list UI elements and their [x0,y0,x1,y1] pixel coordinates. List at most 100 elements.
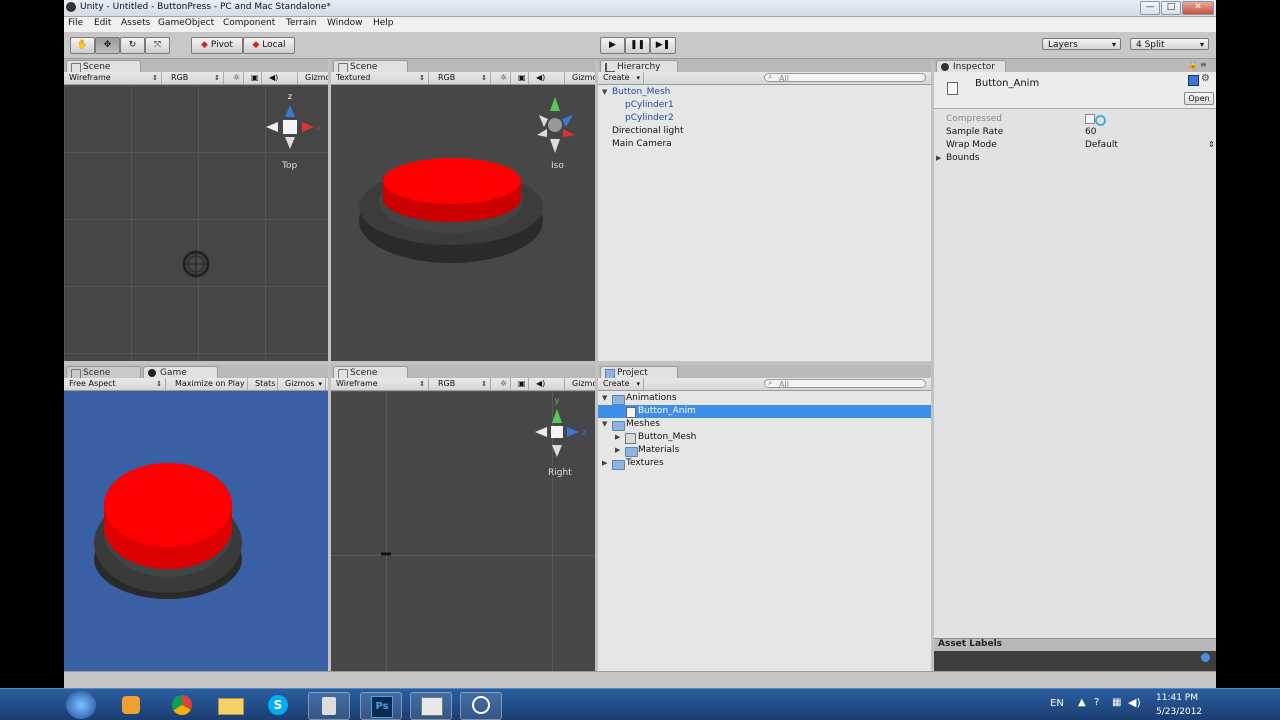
skype-icon[interactable]: S [258,692,298,718]
render-mode-dropdown[interactable]: Wireframe ⇕ [64,72,162,84]
labels-icon[interactable] [1201,653,1210,662]
tab-scene[interactable]: Scene [66,366,141,379]
help-icon[interactable] [1188,75,1199,86]
menu-gameobject[interactable]: GameObject [158,18,214,28]
menu-file[interactable]: File [68,18,83,28]
axis-gizmo-top[interactable]: z x [266,92,322,149]
tab-project[interactable]: Project [600,366,678,379]
move-tool-button[interactable]: ✥ [95,37,120,54]
minimize-button[interactable]: — [1140,1,1160,15]
hierarchy-search-input[interactable]: All [764,73,926,83]
gizmos-dropdown[interactable]: Gizmos ▾ [280,378,326,390]
menu-component[interactable]: Component [223,18,275,28]
open-button[interactable]: Open [1184,92,1214,105]
list-item[interactable]: ▶ Textures [598,457,931,470]
volume-icon[interactable]: ◀) [1128,696,1141,709]
rotate-tool-button[interactable]: ↻ [120,37,145,54]
tray-up-icon[interactable]: ▲ [1078,697,1086,708]
aspect-dropdown[interactable]: Free Aspect ⇕ [64,378,166,390]
hand-tool-button[interactable]: ✋ [70,37,95,54]
scale-tool-button[interactable]: ⤧ [145,37,170,54]
menu-edit[interactable]: Edit [94,18,111,28]
render-mode-dropdown[interactable]: Textured ⇕ [331,72,429,84]
bounds-label[interactable]: Bounds [946,153,980,163]
create-dropdown[interactable]: Create ▾ [598,378,644,390]
audio-toggle[interactable]: ◀) [531,378,565,390]
menu-assets[interactable]: Assets [121,18,150,28]
pause-button[interactable]: ❚❚ [625,37,650,54]
red-button-game[interactable] [94,463,242,599]
step-button[interactable]: ▶❚ [650,37,676,54]
maximize-on-play-toggle[interactable]: Maximize on Play [170,378,248,390]
list-item[interactable]: ▶ Materials [598,444,931,457]
compressed-checkbox[interactable] [1085,114,1095,124]
chrome-icon[interactable] [162,692,202,718]
image-toggle[interactable]: ▣ [513,72,529,84]
clock-time[interactable]: 11:41 PM [1156,693,1198,703]
clock-date[interactable]: 5/23/2012 [1156,707,1202,717]
render-mode-dropdown[interactable]: Wireframe ⇕ [331,378,429,390]
list-item[interactable]: ▶ Button_Mesh [598,431,931,444]
menu-help[interactable]: Help [373,18,394,28]
sample-rate-field[interactable]: 60 [1085,127,1096,137]
audio-toggle[interactable]: ◀) [264,72,298,84]
photoshop-icon[interactable]: Ps [360,692,402,720]
gizmos-dropdown[interactable]: Gizmo [567,378,595,390]
tab-scene[interactable]: Scene [333,60,408,73]
channel-dropdown[interactable]: RGB ⇕ [166,72,224,84]
tab-scene[interactable]: Scene [333,366,408,379]
list-item[interactable]: Main Camera [598,138,931,151]
window-app-icon[interactable] [410,692,452,720]
list-item[interactable]: Directional light [598,125,931,138]
play-button[interactable]: ▶ [600,37,625,54]
list-item[interactable]: pCylinder2 [598,112,931,125]
list-item-selected[interactable]: Button_Anim [598,405,931,418]
lighting-toggle[interactable]: ☼ [495,72,511,84]
scene-viewport[interactable]: z x Top [64,85,328,361]
channel-dropdown[interactable]: RGB ⇕ [433,72,491,84]
stats-toggle[interactable]: Stats [250,378,278,390]
pivot-toggle[interactable]: ◆ Pivot [191,37,243,54]
menu-window[interactable]: Window [327,18,363,28]
media-player-icon[interactable] [112,692,152,718]
image-toggle[interactable]: ▣ [246,72,262,84]
menu-terrain[interactable]: Terrain [286,18,316,28]
pen-tool-icon[interactable] [308,692,350,720]
red-button-iso[interactable] [359,158,543,263]
project-search-input[interactable]: All [764,379,926,389]
create-dropdown[interactable]: Create ▾ [598,72,644,84]
gear-icon[interactable]: ⚙ [1201,73,1210,84]
gizmos-dropdown[interactable]: Gizmo [567,72,595,84]
list-item[interactable]: ▼ Meshes [598,418,931,431]
help-tray-icon[interactable]: ? [1094,697,1099,708]
local-toggle[interactable]: ◆ Local [243,37,295,54]
audio-toggle[interactable]: ◀) [531,72,565,84]
axis-gizmo-iso[interactable] [537,97,575,153]
close-button[interactable]: ✕ [1182,1,1214,15]
layout-dropdown[interactable]: 4 Split ▾ [1130,38,1209,50]
tab-inspector[interactable]: Inspector [936,60,1006,72]
wrap-mode-dropdown[interactable]: Default [1085,140,1118,150]
language-indicator[interactable]: EN [1050,698,1064,709]
lock-icon[interactable]: 🔒 [1188,60,1198,69]
scene-viewport[interactable]: Iso [331,85,595,361]
image-toggle[interactable]: ▣ [513,378,529,390]
axis-gizmo-right[interactable]: y z [535,396,586,457]
list-item[interactable]: ▼ Button_Mesh [598,86,931,99]
explorer-icon[interactable] [210,692,250,718]
collapse-triangle-icon[interactable]: ▶ [936,154,941,162]
channel-dropdown[interactable]: RGB ⇕ [433,378,491,390]
menu-icon[interactable]: ≡ [1200,60,1207,69]
list-item[interactable]: ▼ Animations [598,392,931,405]
lighting-toggle[interactable]: ☼ [495,378,511,390]
scene-viewport[interactable]: y z Right [331,391,595,671]
tab-scene[interactable]: Scene [66,60,141,73]
gizmos-dropdown[interactable]: Gizmo [300,72,328,84]
unity-taskbar-icon[interactable] [460,692,502,720]
tab-hierarchy[interactable]: Hierarchy [600,60,678,73]
layers-dropdown[interactable]: Layers ▾ [1042,38,1121,50]
tab-game[interactable]: Game [143,366,218,378]
list-item[interactable]: pCylinder1 [598,99,931,112]
object-wireframe[interactable] [182,250,210,278]
start-button[interactable] [66,691,96,719]
